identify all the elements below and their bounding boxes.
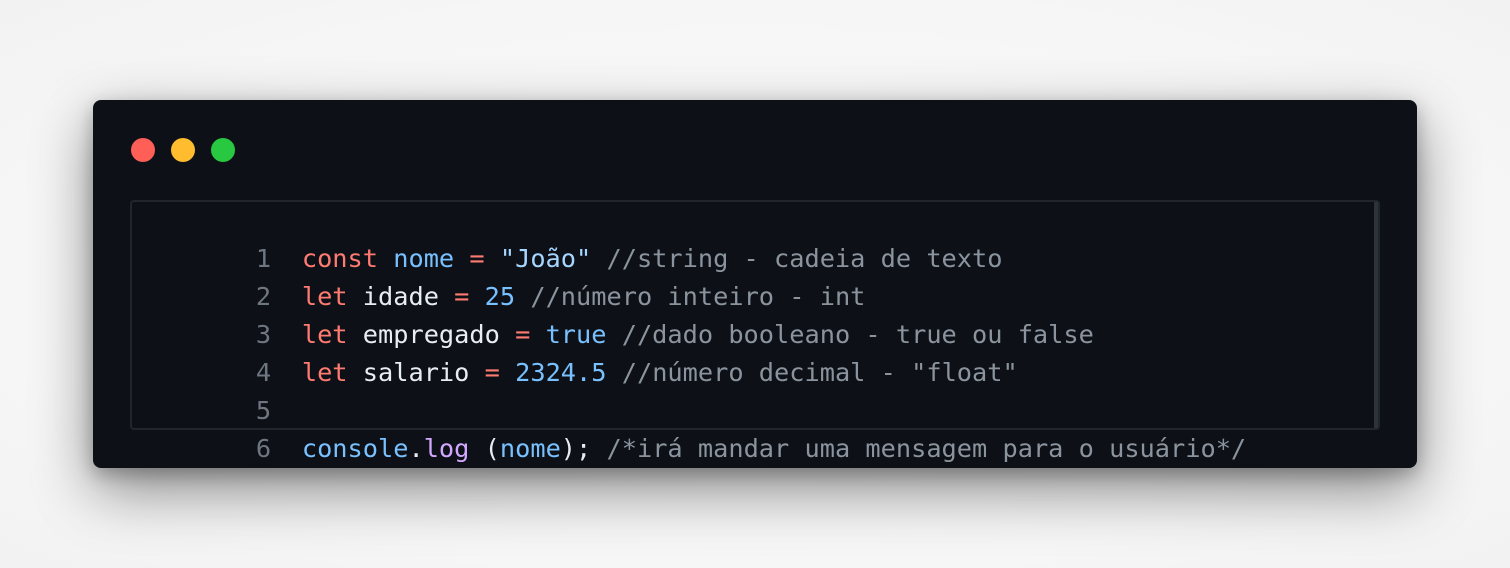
code-line-6: 6 console.log (nome); /*irá mandar uma me… <box>132 392 1246 463</box>
punctuation-token: ); <box>560 434 592 463</box>
code-line-2: 2 let idade = 25 //número inteiro - int <box>132 240 866 311</box>
code-editor[interactable]: 1 const nome = "João" //string - cadeia d… <box>130 200 1380 463</box>
code-line-5: 5 <box>132 354 302 425</box>
object-token: console <box>301 434 409 463</box>
punctuation-token: . <box>408 434 424 463</box>
comment-token: //número decimal - "float" <box>621 358 1018 387</box>
background: 1 const nome = "João" //string - cadeia d… <box>0 0 1510 568</box>
window-controls <box>131 138 235 162</box>
argument-token: nome <box>499 434 561 463</box>
number-token: 2324.5 <box>515 358 607 387</box>
variable-token: salario <box>362 358 470 387</box>
code-line-1: 1 const nome = "João" //string - cadeia d… <box>132 202 1003 273</box>
line-number: 6 <box>255 434 272 463</box>
punctuation-token: ( <box>484 434 500 463</box>
maximize-dot-icon[interactable] <box>211 138 235 162</box>
keyword-token: let <box>301 358 348 387</box>
function-token: log <box>423 434 470 463</box>
code-window: 1 const nome = "João" //string - cadeia d… <box>93 100 1417 468</box>
code-line-4: 4 let salario = 2324.5 //número decimal -… <box>132 316 1018 387</box>
operator-token: = <box>484 358 500 387</box>
code-line-3: 3 let empregado = true //dado booleano - … <box>132 278 1094 349</box>
comment-token: /*irá mandar uma mensagem para o usuário… <box>606 434 1247 463</box>
minimize-dot-icon[interactable] <box>171 138 195 162</box>
close-dot-icon[interactable] <box>131 138 155 162</box>
